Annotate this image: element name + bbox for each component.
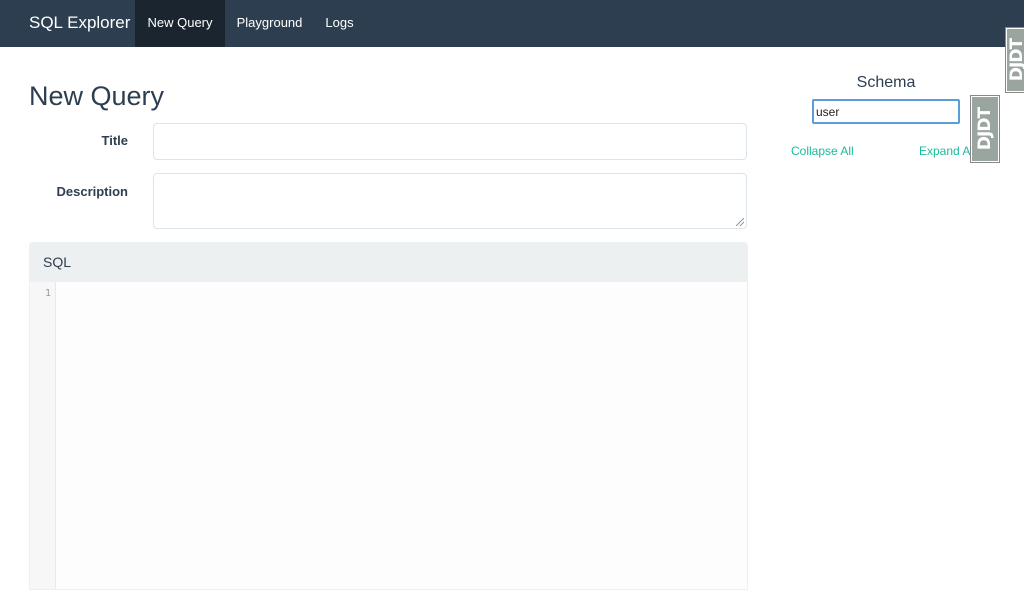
sql-panel: SQL 1: [29, 242, 748, 590]
sql-code-area[interactable]: [56, 282, 747, 589]
debug-toolbar-handle[interactable]: DJDT: [971, 96, 999, 162]
resize-handle-icon[interactable]: [736, 218, 744, 226]
expand-all-link[interactable]: Expand All: [919, 144, 976, 158]
debug-toolbar-handle-secondary[interactable]: DJDT: [1006, 28, 1024, 92]
title-label: Title: [101, 133, 129, 148]
sql-editor[interactable]: 1: [30, 282, 747, 589]
debug-toolbar-label: DJDT: [975, 107, 995, 151]
nav-playground[interactable]: Playground: [225, 0, 314, 47]
line-number: 1: [44, 288, 51, 299]
title-input[interactable]: [153, 123, 747, 160]
brand-link[interactable]: SQL Explorer: [29, 0, 130, 47]
line-number-gutter: 1: [30, 282, 56, 589]
sql-panel-heading: SQL: [30, 243, 747, 282]
description-textarea[interactable]: [153, 173, 747, 229]
nav-new-query[interactable]: New Query: [135, 0, 225, 47]
page-title: New Query: [29, 81, 165, 111]
top-navbar: SQL Explorer New Query Playground Logs: [0, 0, 1024, 47]
description-label: Description: [56, 184, 128, 199]
nav-logs[interactable]: Logs: [314, 0, 365, 47]
schema-title: Schema: [856, 74, 916, 91]
schema-search-input[interactable]: [812, 99, 960, 124]
debug-toolbar-label-secondary: DJDT: [1007, 38, 1024, 82]
collapse-all-link[interactable]: Collapse All: [791, 144, 854, 158]
